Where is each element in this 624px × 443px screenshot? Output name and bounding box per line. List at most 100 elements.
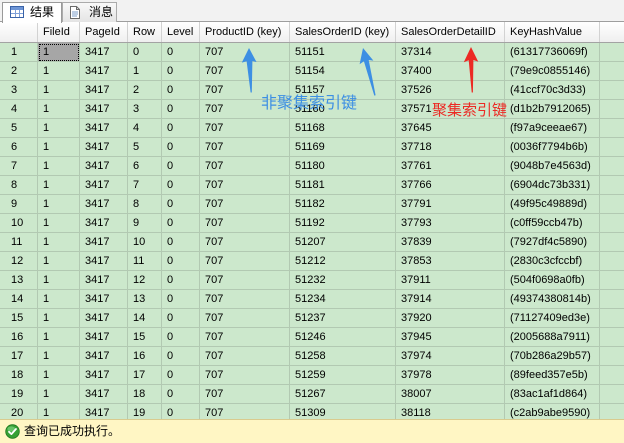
- row-number[interactable]: 20: [0, 404, 38, 419]
- cell-pageid[interactable]: 3417: [80, 195, 128, 214]
- column-header-level[interactable]: Level: [162, 22, 200, 42]
- cell-row[interactable]: 2: [128, 81, 162, 100]
- row-number[interactable]: 18: [0, 366, 38, 385]
- cell-fileid[interactable]: 1: [38, 271, 80, 290]
- cell-pageid[interactable]: 3417: [80, 62, 128, 81]
- cell-productid-key[interactable]: 707: [200, 252, 290, 271]
- cell-keyhashvalue[interactable]: (41ccf70c3d33): [505, 81, 600, 100]
- cell-row[interactable]: 10: [128, 233, 162, 252]
- cell-pageid[interactable]: 3417: [80, 138, 128, 157]
- cell-fileid[interactable]: 1: [38, 347, 80, 366]
- cell-pageid[interactable]: 3417: [80, 366, 128, 385]
- cell-fileid[interactable]: 1: [38, 100, 80, 119]
- cell-salesorderid-key[interactable]: 51309: [290, 404, 396, 419]
- cell-keyhashvalue[interactable]: (61317736069f): [505, 43, 600, 62]
- cell-productid-key[interactable]: 707: [200, 176, 290, 195]
- cell-productid-key[interactable]: 707: [200, 271, 290, 290]
- cell-salesorderid-key[interactable]: 51234: [290, 290, 396, 309]
- cell-level[interactable]: 0: [162, 309, 200, 328]
- cell-salesorderdetailid[interactable]: 37571: [396, 100, 505, 119]
- cell-productid-key[interactable]: 707: [200, 366, 290, 385]
- cell-row[interactable]: 15: [128, 328, 162, 347]
- cell-level[interactable]: 0: [162, 119, 200, 138]
- cell-salesorderid-key[interactable]: 51232: [290, 271, 396, 290]
- row-number[interactable]: 4: [0, 100, 38, 119]
- cell-row[interactable]: 17: [128, 366, 162, 385]
- row-number[interactable]: 6: [0, 138, 38, 157]
- cell-level[interactable]: 0: [162, 81, 200, 100]
- cell-productid-key[interactable]: 707: [200, 81, 290, 100]
- cell-level[interactable]: 0: [162, 157, 200, 176]
- cell-row[interactable]: 4: [128, 119, 162, 138]
- cell-salesorderid-key[interactable]: 51258: [290, 347, 396, 366]
- cell-pageid[interactable]: 3417: [80, 309, 128, 328]
- cell-pageid[interactable]: 3417: [80, 385, 128, 404]
- cell-salesorderid-key[interactable]: 51154: [290, 62, 396, 81]
- row-number[interactable]: 10: [0, 214, 38, 233]
- cell-productid-key[interactable]: 707: [200, 43, 290, 62]
- cell-fileid[interactable]: 1: [38, 138, 80, 157]
- row-number[interactable]: 9: [0, 195, 38, 214]
- grid-corner-select-all[interactable]: [0, 22, 38, 42]
- cell-fileid[interactable]: 1: [38, 328, 80, 347]
- cell-salesorderdetailid[interactable]: 37920: [396, 309, 505, 328]
- cell-keyhashvalue[interactable]: (83ac1af1d864): [505, 385, 600, 404]
- cell-pageid[interactable]: 3417: [80, 81, 128, 100]
- cell-fileid[interactable]: 1: [38, 290, 80, 309]
- cell-salesorderid-key[interactable]: 51182: [290, 195, 396, 214]
- cell-row[interactable]: 1: [128, 62, 162, 81]
- cell-row[interactable]: 13: [128, 290, 162, 309]
- cell-keyhashvalue[interactable]: (79e9c0855146): [505, 62, 600, 81]
- row-number[interactable]: 11: [0, 233, 38, 252]
- cell-level[interactable]: 0: [162, 62, 200, 81]
- column-header-salesorderdetailid[interactable]: SalesOrderDetailID: [396, 22, 505, 42]
- cell-fileid[interactable]: 1: [38, 233, 80, 252]
- cell-salesorderdetailid[interactable]: 37974: [396, 347, 505, 366]
- cell-level[interactable]: 0: [162, 214, 200, 233]
- cell-row[interactable]: 7: [128, 176, 162, 195]
- cell-pageid[interactable]: 3417: [80, 252, 128, 271]
- cell-salesorderdetailid[interactable]: 37314: [396, 43, 505, 62]
- cell-salesorderid-key[interactable]: 51181: [290, 176, 396, 195]
- tab-results[interactable]: 结果: [2, 2, 62, 23]
- cell-fileid[interactable]: 1: [38, 252, 80, 271]
- row-number[interactable]: 3: [0, 81, 38, 100]
- cell-salesorderid-key[interactable]: 51157: [290, 81, 396, 100]
- cell-fileid[interactable]: 1: [38, 404, 80, 419]
- cell-salesorderdetailid[interactable]: 37645: [396, 119, 505, 138]
- cell-fileid[interactable]: 1: [38, 309, 80, 328]
- cell-productid-key[interactable]: 707: [200, 233, 290, 252]
- cell-salesorderdetailid[interactable]: 37945: [396, 328, 505, 347]
- cell-salesorderid-key[interactable]: 51180: [290, 157, 396, 176]
- cell-pageid[interactable]: 3417: [80, 157, 128, 176]
- cell-salesorderid-key[interactable]: 51246: [290, 328, 396, 347]
- cell-salesorderid-key[interactable]: 51207: [290, 233, 396, 252]
- cell-keyhashvalue[interactable]: (70b286a29b57): [505, 347, 600, 366]
- cell-salesorderdetailid[interactable]: 37766: [396, 176, 505, 195]
- cell-salesorderid-key[interactable]: 51237: [290, 309, 396, 328]
- cell-level[interactable]: 0: [162, 100, 200, 119]
- column-header-row[interactable]: Row: [128, 22, 162, 42]
- row-number[interactable]: 2: [0, 62, 38, 81]
- cell-row[interactable]: 6: [128, 157, 162, 176]
- column-header-pageid[interactable]: PageId: [80, 22, 128, 42]
- cell-level[interactable]: 0: [162, 271, 200, 290]
- cell-salesorderid-key[interactable]: 51151: [290, 43, 396, 62]
- cell-row[interactable]: 8: [128, 195, 162, 214]
- cell-productid-key[interactable]: 707: [200, 157, 290, 176]
- cell-pageid[interactable]: 3417: [80, 214, 128, 233]
- cell-pageid[interactable]: 3417: [80, 100, 128, 119]
- row-number[interactable]: 1: [0, 43, 38, 62]
- cell-salesorderid-key[interactable]: 51169: [290, 138, 396, 157]
- cell-productid-key[interactable]: 707: [200, 62, 290, 81]
- cell-keyhashvalue[interactable]: (504f0698a0fb): [505, 271, 600, 290]
- cell-keyhashvalue[interactable]: (89feed357e5b): [505, 366, 600, 385]
- cell-pageid[interactable]: 3417: [80, 176, 128, 195]
- cell-fileid[interactable]: 1: [38, 195, 80, 214]
- row-number[interactable]: 16: [0, 328, 38, 347]
- cell-productid-key[interactable]: 707: [200, 100, 290, 119]
- cell-salesorderdetailid[interactable]: 37718: [396, 138, 505, 157]
- cell-salesorderdetailid[interactable]: 37400: [396, 62, 505, 81]
- cell-keyhashvalue[interactable]: (f97a9ceeae67): [505, 119, 600, 138]
- cell-salesorderid-key[interactable]: 51267: [290, 385, 396, 404]
